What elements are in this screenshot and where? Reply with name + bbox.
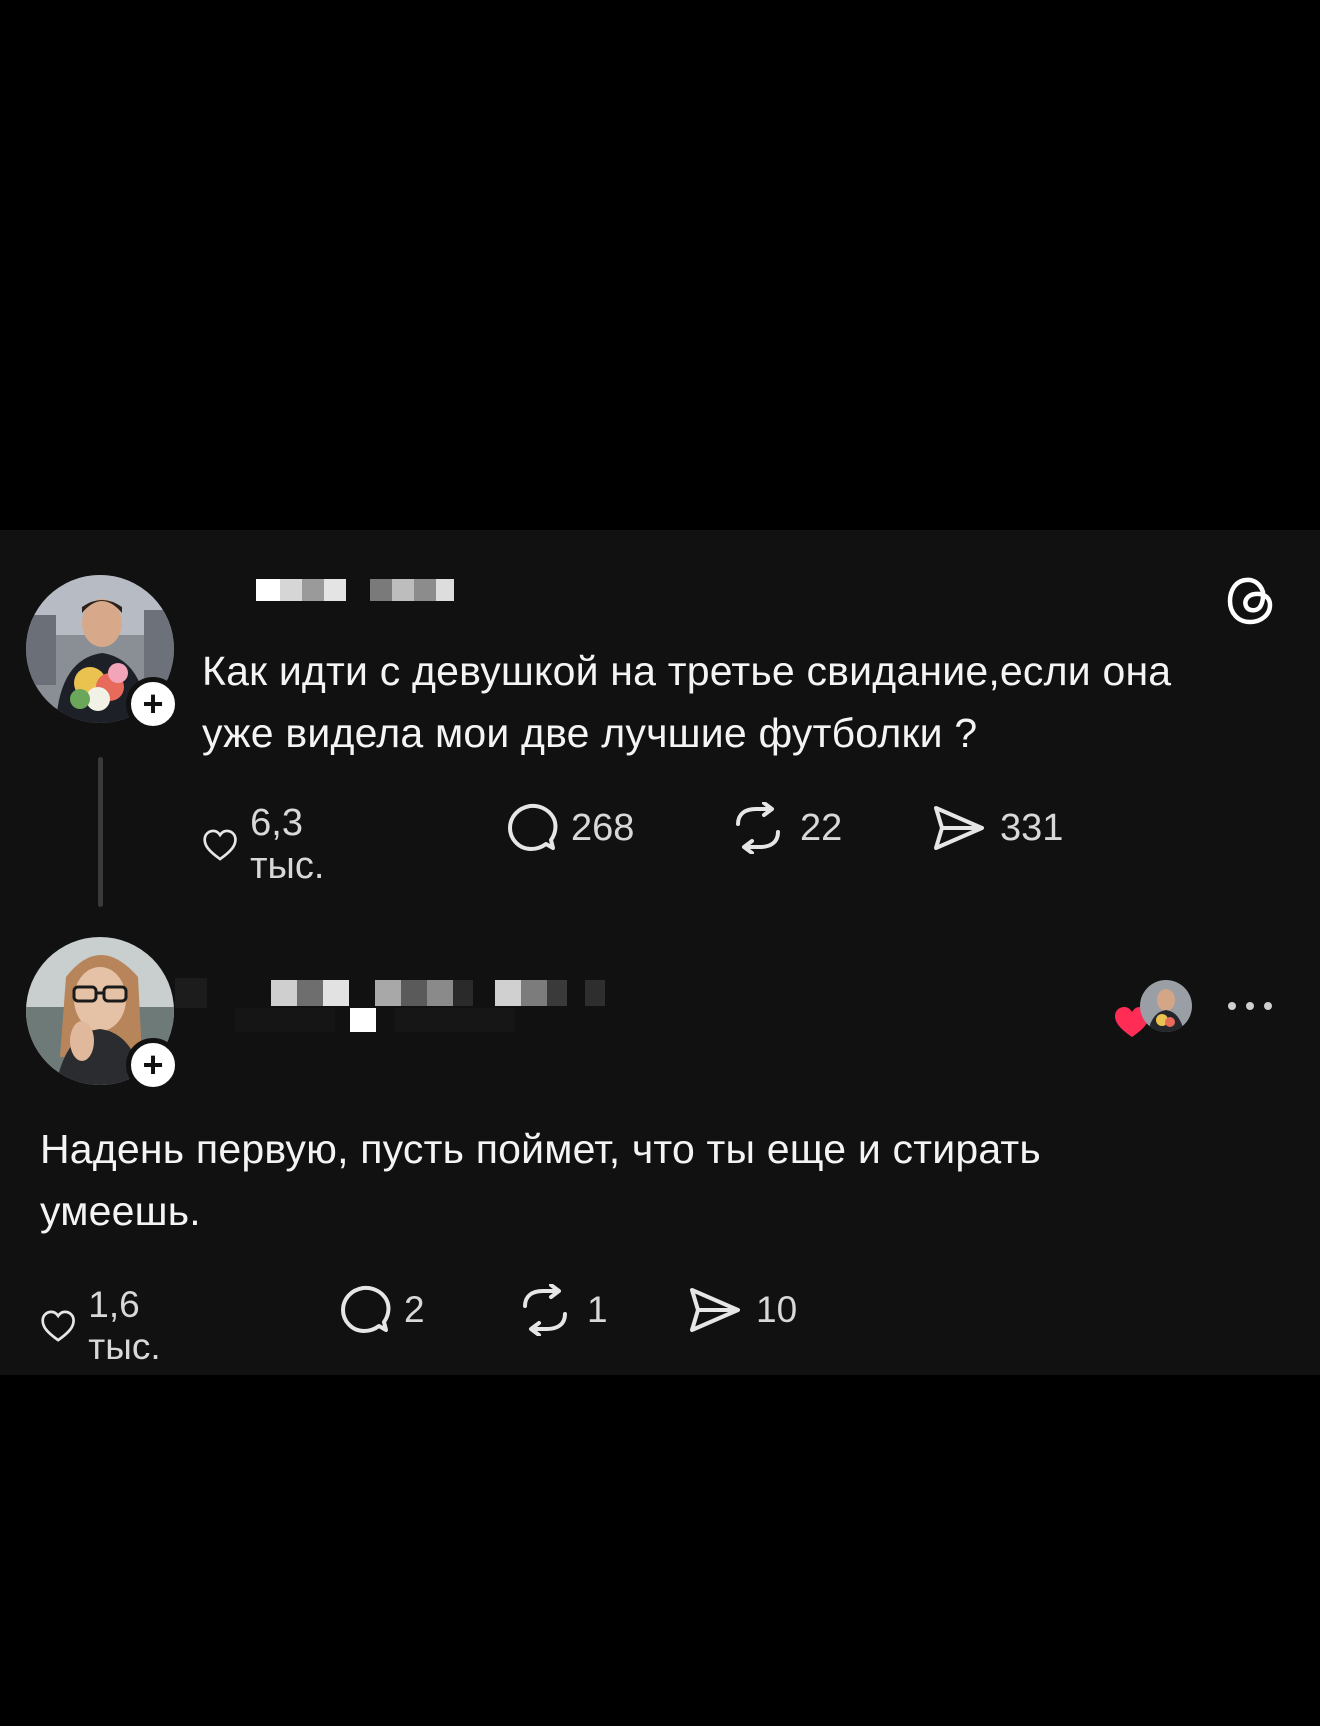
speech-bubble-icon — [508, 803, 558, 851]
post-reply-count: 268 — [571, 806, 635, 849]
reply-like-button[interactable]: 1,6 тыс. — [40, 1284, 178, 1368]
reply-text-line-1: Надень первую, пусть поймет, что ты еще … — [40, 1126, 1041, 1172]
post-like-count: 6,3 тыс. — [250, 802, 325, 887]
post-repost-count: 22 — [800, 806, 843, 849]
liker-avatar — [1140, 980, 1192, 1032]
repost-icon — [736, 802, 780, 854]
reply-text-line-2: умеешь. — [40, 1188, 201, 1234]
heart-icon — [41, 1310, 75, 1342]
reply-username-redacted — [175, 978, 605, 1032]
post-repost-button[interactable]: 22 — [728, 802, 842, 854]
reply-like-count: 1,6 тыс. — [88, 1284, 161, 1367]
post-username-redacted — [256, 579, 454, 601]
repost-icon — [523, 1284, 567, 1336]
heart-icon — [203, 829, 237, 861]
post-share-button[interactable]: 331 — [930, 802, 1063, 854]
thread-connector-line — [98, 757, 103, 907]
threads-logo-icon — [1227, 577, 1273, 625]
post-text-line-2: уже видела мои две лучшие футболки ? — [202, 710, 978, 756]
post-share-count: 331 — [1000, 806, 1064, 849]
post-like-button[interactable]: 6,3 тыс. — [202, 802, 342, 888]
reply-repost-count: 1 — [587, 1289, 608, 1330]
reply-reply-count: 2 — [404, 1289, 425, 1330]
reply-follow-button[interactable]: + — [126, 1038, 180, 1092]
reply-share-button[interactable]: 10 — [686, 1284, 797, 1336]
post-reply-button[interactable]: 268 — [505, 802, 634, 854]
speech-bubble-icon — [341, 1285, 391, 1333]
post-text-line-1: Как идти с девушкой на третье свидание,е… — [202, 648, 1172, 694]
send-icon — [690, 1288, 740, 1332]
send-icon — [934, 806, 984, 850]
more-dots-icon[interactable] — [1224, 996, 1276, 1016]
reply-repost-button[interactable]: 1 — [515, 1284, 608, 1336]
post-follow-button[interactable]: + — [126, 677, 180, 731]
reply-reply-button[interactable]: 2 — [338, 1284, 425, 1336]
reply-share-count: 10 — [756, 1289, 798, 1330]
